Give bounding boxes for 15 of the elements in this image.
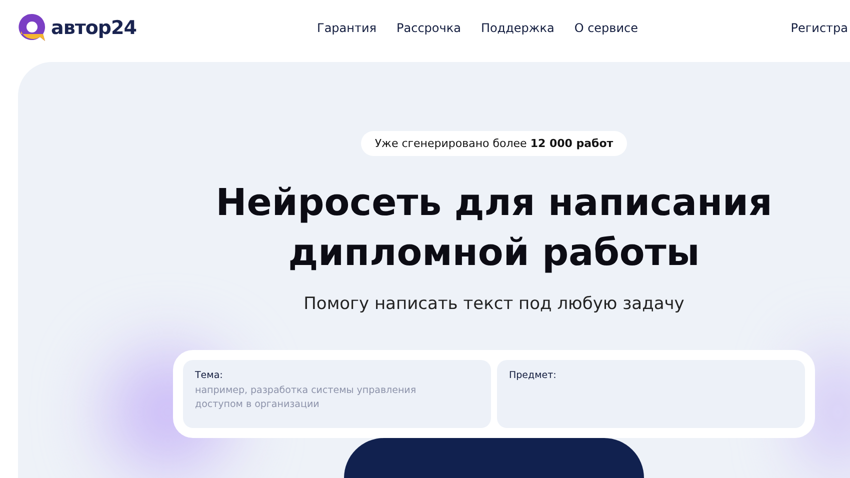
- stats-badge: Уже сгенерировано более 12 000 работ: [360, 131, 628, 156]
- nav-link[interactable]: Поддержка: [480, 20, 554, 34]
- speech-bubble-icon: [17, 12, 47, 42]
- hero-subtitle: Помогу написать текст под любую задачу: [304, 294, 684, 314]
- input-field[interactable]: Тема: например, разработка системы управления доступом в организации: [183, 360, 491, 428]
- field-label: Предмет:: [509, 370, 558, 381]
- hero-title: Нейросеть для написания дипломной работы: [214, 180, 774, 276]
- nav-link[interactable]: Гарантия: [317, 20, 376, 34]
- input-field[interactable]: Предмет:: [497, 360, 805, 428]
- register-link[interactable]: Регистра: [790, 20, 848, 34]
- nav-link[interactable]: Рассрочка: [396, 20, 461, 34]
- logo-text[interactable]: автор24: [51, 16, 136, 38]
- nav-link[interactable]: О сервисе: [574, 20, 638, 34]
- field-placeholder: например, разработка системы управления доступом в организации: [195, 384, 418, 412]
- field-label: Тема:: [195, 370, 224, 381]
